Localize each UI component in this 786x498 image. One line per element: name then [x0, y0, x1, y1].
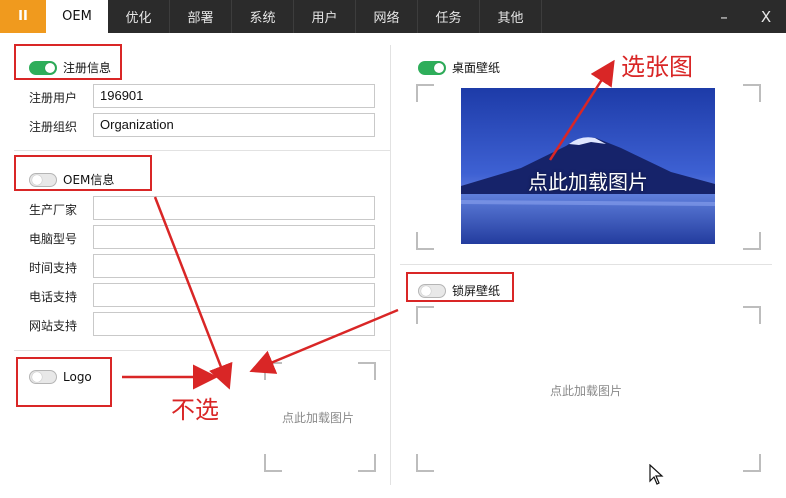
arrow-from-lock-wallpaper [249, 308, 399, 374]
arrow-to-wallpaper [548, 59, 615, 161]
arrow-from-oem [153, 196, 233, 390]
annotation-arrows [122, 59, 615, 390]
mouse-cursor-icon [649, 464, 664, 485]
